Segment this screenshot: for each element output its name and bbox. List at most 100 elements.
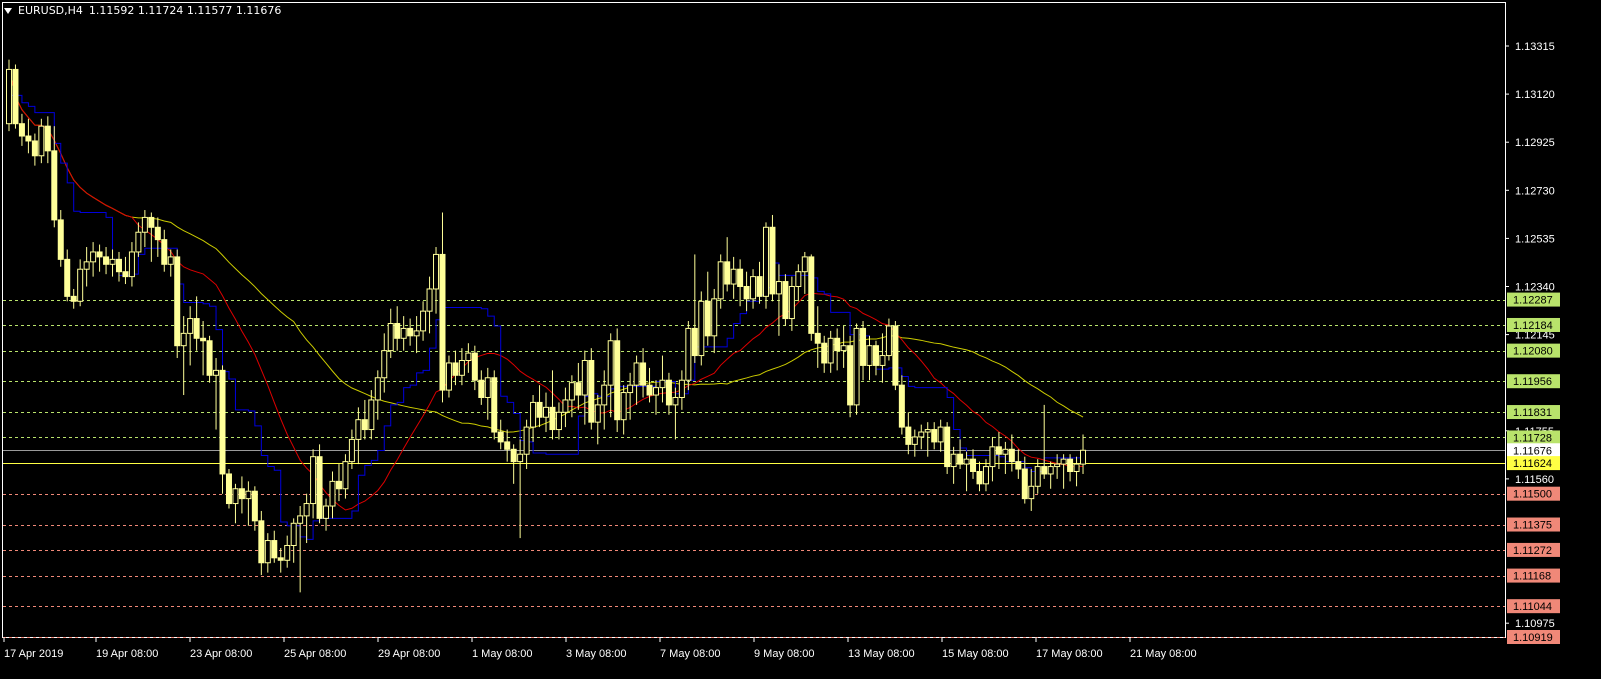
- bear-candle-body: [1015, 461, 1022, 470]
- bull-candle-body: [323, 505, 330, 519]
- bear-candle-body: [808, 256, 815, 334]
- bull-candle-body: [433, 253, 440, 290]
- bull-candle-body: [374, 377, 381, 401]
- bull-candle-body: [38, 125, 45, 157]
- bear-candle-body: [724, 261, 731, 285]
- bear-candle-body: [491, 377, 498, 433]
- bull-candle-body: [562, 399, 569, 413]
- bear-candle-body: [361, 419, 368, 431]
- bear-candle-body: [769, 226, 776, 295]
- bull-candle-body: [840, 345, 847, 352]
- price-tick-label: 1.12925: [1515, 137, 1555, 149]
- bear-candle-body: [1021, 468, 1028, 500]
- price-tag-label: 1.11956: [1513, 376, 1552, 388]
- bull-candle-body: [1054, 463, 1061, 468]
- bull-candle-body: [90, 251, 97, 263]
- bull-candle-body: [83, 261, 90, 270]
- bear-candle-body: [31, 140, 38, 157]
- bear-candle-body: [18, 123, 25, 137]
- bear-candle-body: [57, 219, 64, 260]
- price-tag-label: 1.12184: [1513, 320, 1553, 332]
- bear-candle-body: [614, 340, 621, 421]
- bull-candle-body: [620, 392, 627, 421]
- bear-candle-body: [821, 342, 828, 364]
- time-tick-label: 23 Apr 08:00: [190, 648, 252, 660]
- bear-candle-body: [510, 448, 517, 463]
- price-tick-label: 1.13315: [1515, 41, 1555, 53]
- bull-candle-body: [1080, 449, 1087, 465]
- bear-candle-body: [44, 125, 51, 152]
- mid-moving-average-line: [8, 69, 1084, 511]
- bull-candle-body: [167, 256, 174, 265]
- plot-frame: [2, 2, 1506, 638]
- bull-candle-body: [426, 288, 433, 312]
- price-tag-label: 1.11044: [1513, 601, 1552, 613]
- price-chart[interactable]: 1.13315 1.13120 1.12925 1.12730 1.12535 1.123…: [0, 0, 1601, 679]
- bull-candle-body: [672, 396, 679, 406]
- bull-candle-body: [517, 453, 524, 463]
- bear-candle-body: [277, 557, 284, 561]
- bull-candle-body: [601, 384, 608, 406]
- bull-candle-body: [653, 387, 659, 396]
- bull-candle-body: [918, 431, 925, 438]
- bear-candle-body: [691, 327, 698, 357]
- bear-candle-body: [200, 337, 207, 342]
- bull-candle-body: [788, 285, 795, 320]
- price-tick-label: 1.13120: [1515, 89, 1555, 101]
- bull-candle-body: [310, 456, 317, 505]
- bull-candle-body: [290, 522, 297, 546]
- bull-candle-body: [187, 318, 194, 334]
- bull-candle-body: [659, 379, 666, 389]
- time-tick-label: 3 May 08:00: [566, 648, 627, 660]
- bear-candle-body: [193, 318, 200, 339]
- time-tick-label: 19 Apr 08:00: [96, 648, 158, 660]
- bear-candle-body: [316, 456, 323, 519]
- bear-candle-body: [206, 340, 213, 376]
- bear-candle-body: [148, 216, 155, 228]
- bear-candle-body: [704, 300, 711, 337]
- price-tag-label: 1.11676: [1513, 445, 1552, 457]
- bull-candle-body: [543, 406, 550, 418]
- bull-candle-body: [885, 325, 892, 357]
- bear-candle-body: [64, 258, 71, 297]
- bear-candle-body: [872, 345, 879, 366]
- bull-candle-body: [465, 352, 472, 361]
- bear-candle-body: [995, 446, 1002, 455]
- bear-candle-body: [103, 256, 110, 265]
- bull-candle-body: [523, 426, 530, 455]
- bear-candle-body: [640, 362, 647, 386]
- price-axis: 1.13315 1.13120 1.12925 1.12730 1.12535 1.123…: [1505, 41, 1555, 630]
- bear-candle-body: [892, 325, 899, 386]
- price-tag-label: 1.11728: [1513, 432, 1552, 444]
- dropdown-triangle-icon[interactable]: [4, 7, 12, 14]
- bear-candle-body: [12, 68, 19, 125]
- bull-candle-body: [381, 350, 388, 379]
- time-tick-label: 7 May 08:00: [660, 648, 721, 660]
- bear-candle-body: [497, 431, 504, 443]
- bear-candle-body: [931, 429, 938, 443]
- bear-candle-body: [154, 226, 161, 241]
- bull-candle-body: [348, 438, 355, 463]
- bull-candle-body: [6, 68, 12, 125]
- bull-candle-body: [730, 268, 737, 285]
- time-tick-label: 9 May 08:00: [754, 648, 815, 660]
- price-tick-label: 1.12730: [1515, 185, 1555, 197]
- bear-candle-body: [478, 379, 485, 398]
- bull-candle-body: [213, 369, 220, 376]
- bull-candle-body: [329, 480, 336, 507]
- bull-candle-body: [989, 446, 996, 468]
- bull-candle-body: [1047, 466, 1054, 475]
- symbol-label: EURUSD,H4: [18, 4, 83, 17]
- bull-candle-body: [801, 256, 808, 273]
- bull-candle-body: [297, 515, 304, 524]
- bear-candle-body: [1041, 466, 1048, 475]
- bear-candle-body: [96, 251, 103, 258]
- bull-candle-body: [853, 327, 860, 406]
- bull-candle-body: [827, 337, 834, 364]
- price-tick-label: 1.11560: [1515, 474, 1554, 486]
- bear-candle-body: [70, 295, 77, 302]
- bull-candle-body: [1002, 448, 1009, 455]
- bear-candle-body: [782, 281, 789, 320]
- bull-candle-body: [698, 300, 705, 357]
- bull-candle-body: [458, 359, 465, 376]
